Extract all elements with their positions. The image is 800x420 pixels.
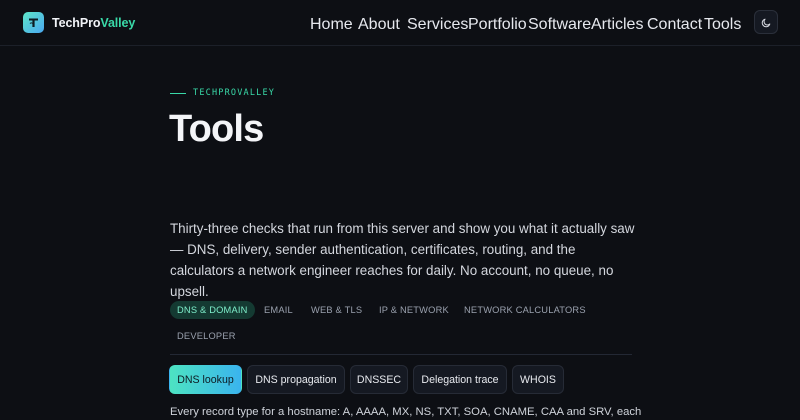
tabs-divider [170, 354, 632, 355]
tool-dns-lookup-button[interactable]: DNS lookup [169, 365, 242, 394]
tool-dns-propagation-button[interactable]: DNS propagation [247, 365, 345, 394]
nav-contact[interactable]: Contact [647, 16, 702, 34]
tab-web-tls[interactable]: WEB & TLS [304, 301, 369, 319]
page-title: Tools [169, 108, 264, 150]
eyebrow-line [170, 92, 186, 94]
tab-dns-domain[interactable]: DNS & DOMAIN [170, 301, 255, 319]
tool-description: Every record type for a hostname: A, AAA… [170, 406, 642, 418]
nav-about[interactable]: About [358, 16, 400, 34]
brand-name: TechProValley [52, 15, 136, 30]
t-logo-icon [23, 12, 44, 33]
nav-services[interactable]: Services [407, 16, 468, 34]
nav-articles[interactable]: Articles [591, 16, 643, 34]
page-eyebrow: TECHPROVALLEY [170, 88, 275, 98]
nav-home[interactable]: Home [310, 16, 353, 34]
tab-email[interactable]: EMAIL [257, 301, 300, 319]
theme-toggle-button[interactable] [754, 10, 778, 34]
brand-logo-link[interactable]: TechProValley [23, 12, 135, 33]
tab-developer[interactable]: DEVELOPER [170, 327, 243, 345]
tool-whois-button[interactable]: WHOIS [512, 365, 564, 394]
moon-icon [761, 18, 770, 27]
nav-software[interactable]: Software [528, 16, 591, 34]
page-intro: Thirty-three checks that run from this s… [170, 221, 635, 299]
tool-dnssec-button[interactable]: DNSSEC [350, 365, 408, 394]
tab-network-calculators[interactable]: NETWORK CALCULATORS [457, 301, 593, 319]
site-header: TechProValley Home About Services Portfo… [0, 0, 800, 46]
eyebrow-text: TECHPROVALLEY [193, 88, 276, 98]
tab-ip-network[interactable]: IP & NETWORK [372, 301, 456, 319]
nav-portfolio[interactable]: Portfolio [468, 16, 527, 34]
nav-tools[interactable]: Tools [704, 16, 741, 34]
tool-delegation-trace-button[interactable]: Delegation trace [413, 365, 507, 394]
